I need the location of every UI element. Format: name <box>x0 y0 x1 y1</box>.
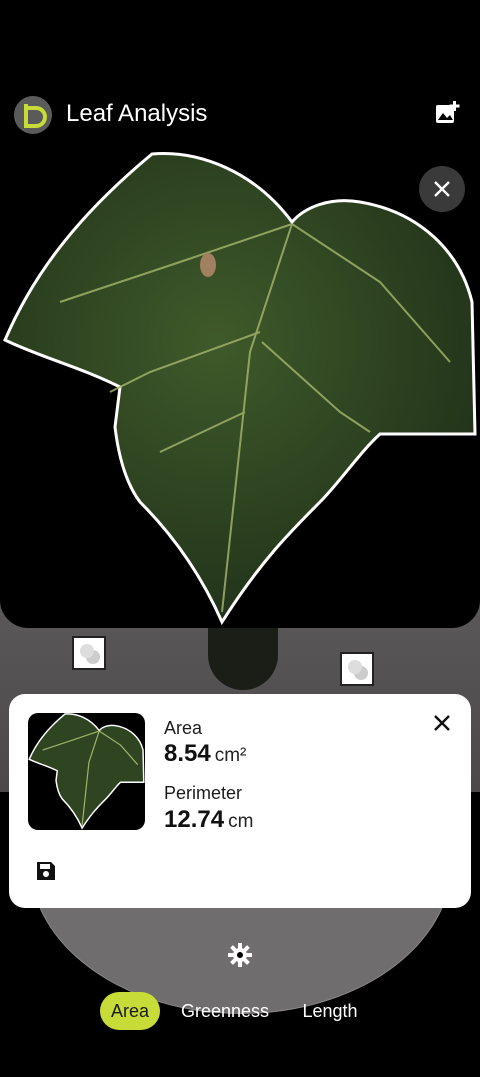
close-icon <box>434 181 450 197</box>
save-button[interactable] <box>35 860 57 882</box>
close-image-button[interactable] <box>419 166 465 212</box>
tab-area[interactable]: Area <box>100 992 160 1030</box>
perimeter-value: 12.74 <box>164 806 225 833</box>
calibration-marker <box>340 652 374 686</box>
mode-tabs: Area Greenness Length <box>0 992 480 1032</box>
app-logo-icon <box>14 96 52 134</box>
calibration-marker <box>72 636 106 670</box>
add-photo-icon[interactable] <box>434 100 460 126</box>
close-icon <box>434 715 450 731</box>
tab-length[interactable]: Length <box>290 992 370 1030</box>
leaf-image-panel <box>0 152 480 628</box>
area-value-row: 8.54 cm² <box>164 740 246 768</box>
gear-icon <box>228 943 252 967</box>
leaf-thumbnail <box>28 713 145 830</box>
page-title: Leaf Analysis <box>66 100 208 127</box>
result-card: Area 8.54 cm² Perimeter 12.74 cm <box>9 694 471 908</box>
perimeter-value-row: 12.74 cm <box>164 806 253 834</box>
area-label: Area <box>164 718 203 738</box>
area-unit: cm² <box>214 745 247 766</box>
perimeter-unit: cm <box>228 811 254 832</box>
tab-greenness[interactable]: Greenness <box>170 992 280 1030</box>
app-bar: Leaf Analysis <box>0 84 480 144</box>
settings-button[interactable] <box>228 943 252 967</box>
close-card-button[interactable] <box>431 712 453 734</box>
save-icon <box>37 862 55 880</box>
perimeter-label: Perimeter <box>164 783 243 803</box>
area-value: 8.54 <box>164 740 211 767</box>
